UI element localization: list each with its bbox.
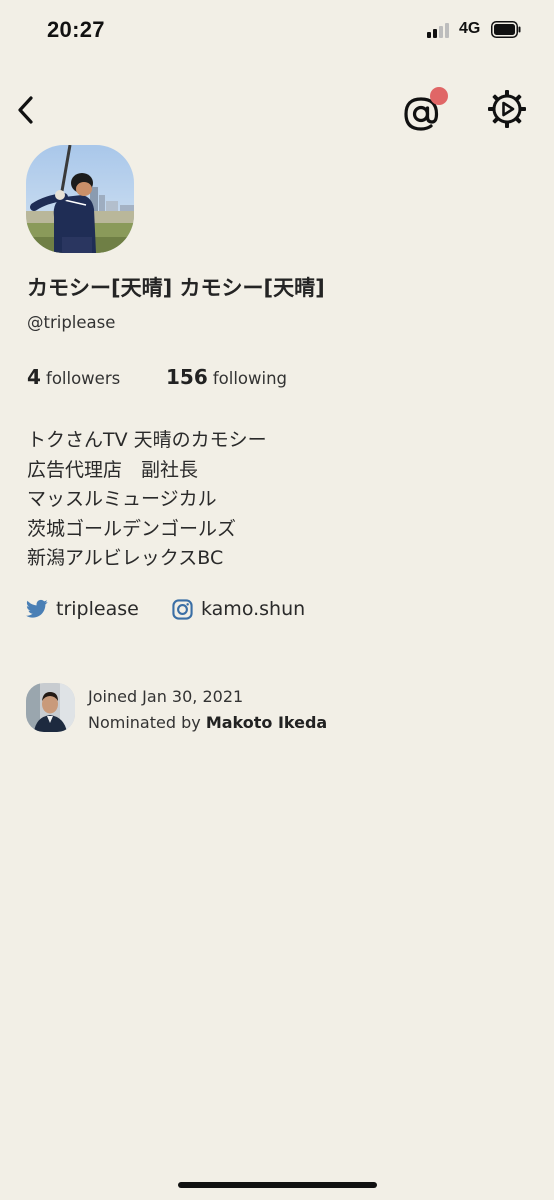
nominator-name[interactable]: Makoto Ikeda — [206, 713, 327, 732]
followers-link[interactable]: 4 followers — [27, 365, 120, 389]
notification-dot — [430, 87, 448, 105]
bio-line: 新潟アルビレックスBC — [27, 547, 224, 569]
joined-date: Joined Jan 30, 2021 — [88, 687, 244, 706]
instagram-username: kamo.shun — [201, 598, 306, 620]
status-time: 20:27 — [47, 17, 105, 42]
home-indicator — [178, 1182, 377, 1188]
social-links: triplease kamo.shun — [26, 598, 506, 630]
bio-line: 広告代理店 副社長 — [27, 458, 199, 481]
nominator-avatar[interactable] — [26, 683, 75, 732]
profile-handle: @triplease — [27, 313, 116, 332]
instagram-icon — [172, 598, 193, 620]
bio-line: マッスルミュージカル — [27, 488, 217, 510]
battery-icon — [491, 21, 521, 38]
bio-line: トクさんTV 天晴のカモシー — [27, 429, 267, 451]
following-link[interactable]: 156 following — [166, 365, 287, 389]
instagram-link[interactable]: kamo.shun — [172, 598, 305, 620]
twitter-username: triplease — [56, 598, 139, 620]
following-label: following — [212, 369, 288, 388]
profile-bio: トクさんTV 天晴のカモシー 広告代理店 副社長 マッスルミュージカル 茨城ゴー… — [27, 426, 267, 574]
followers-count: 4 — [27, 365, 41, 389]
gear-icon[interactable] — [487, 89, 527, 129]
twitter-bird-icon — [26, 599, 48, 618]
profile-name: カモシー[天晴] カモシー[天晴] — [27, 276, 325, 300]
follow-stats: 4 followers 156 following — [27, 365, 427, 395]
back-chevron-icon[interactable] — [12, 92, 40, 128]
joined-info: Joined Jan 30, 2021 Nominated by Makoto … — [88, 684, 327, 736]
bio-line: 茨城ゴールデンゴールズ — [27, 517, 237, 540]
top-nav-bar — [0, 86, 554, 136]
twitter-link[interactable]: triplease — [26, 598, 139, 620]
followers-label: followers — [46, 369, 121, 388]
nominated-prefix: Nominated by — [88, 713, 206, 732]
joined-section: Joined Jan 30, 2021 Nominated by Makoto … — [26, 683, 526, 733]
network-type: 4G — [459, 20, 481, 37]
cellular-signal-icon — [427, 22, 451, 38]
following-count: 156 — [166, 365, 208, 389]
profile-avatar[interactable] — [26, 145, 134, 253]
nominated-by: Nominated by Makoto Ikeda — [88, 710, 327, 736]
status-bar: 20:27 4G — [0, 0, 554, 60]
